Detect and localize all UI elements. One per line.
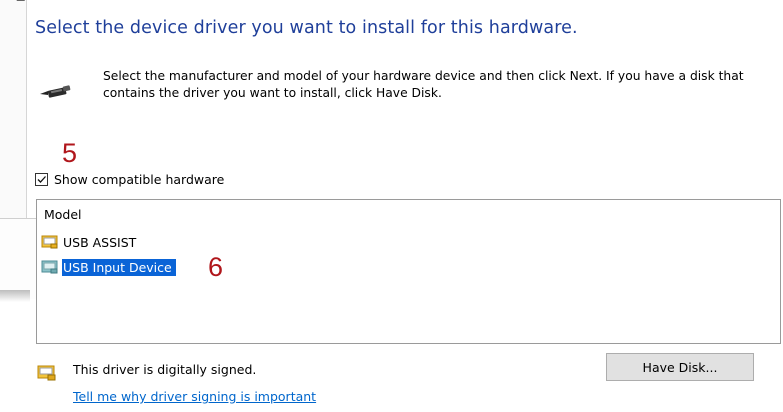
driver-signing-link[interactable]: Tell me why driver signing is important xyxy=(73,389,316,404)
driver-package-icon xyxy=(41,235,59,249)
driver-package-icon xyxy=(41,260,59,274)
dialog-description: Select the manufacturer and model of you… xyxy=(103,69,744,100)
model-item-usb-assist[interactable]: USB ASSIST xyxy=(41,233,140,251)
step-annotation-5: 5 xyxy=(62,138,78,168)
background-window-shadow xyxy=(0,290,30,302)
model-item-label: USB Input Device xyxy=(62,258,176,276)
show-compatible-hardware[interactable]: Show compatible hardware xyxy=(35,172,224,187)
step-annotation-6: 6 xyxy=(208,252,224,282)
dialog-title: Select the device driver you want to ins… xyxy=(35,18,578,38)
have-disk-button[interactable]: Have Disk... xyxy=(606,353,754,381)
background-window-edge-lower xyxy=(0,218,41,299)
certificate-icon xyxy=(37,365,57,381)
model-item-usb-input-device[interactable]: USB Input Device xyxy=(41,258,176,276)
usb-cable-icon xyxy=(38,78,72,100)
signed-status-text: This driver is digitally signed. xyxy=(73,362,257,377)
show-compatible-label: Show compatible hardware xyxy=(54,172,225,187)
model-column-header: Model xyxy=(44,207,82,222)
model-list[interactable]: Model USB ASSIST USB Input Device xyxy=(36,199,781,344)
model-item-label: USB ASSIST xyxy=(63,234,137,250)
show-compatible-checkbox[interactable] xyxy=(35,173,48,186)
